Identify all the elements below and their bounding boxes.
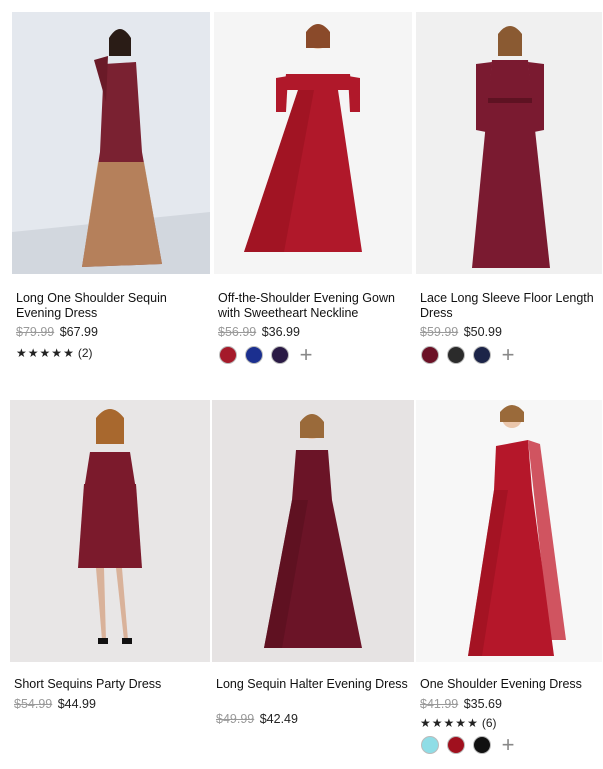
product-title[interactable]: Off-the-Shoulder Evening Gown with Sweet…	[218, 291, 410, 321]
original-price: $79.99	[16, 325, 55, 339]
sale-price: $44.99	[57, 697, 96, 711]
product-price: $56.99 $36.99	[218, 325, 300, 339]
color-swatch-red[interactable]	[447, 736, 465, 754]
color-swatch-burgundy[interactable]	[219, 346, 237, 364]
star-icon: ★	[420, 716, 431, 730]
product-price: $49.99 $42.49	[216, 712, 298, 726]
star-icon: ★	[39, 346, 51, 360]
product-title[interactable]: Long Sequin Halter Evening Dress	[216, 677, 408, 692]
product-price: $79.99 $67.99	[16, 325, 98, 339]
product-title[interactable]: Lace Long Sleeve Floor Length Dress	[420, 291, 603, 321]
sale-price: $42.49	[259, 712, 298, 726]
star-icon: ★	[27, 346, 39, 360]
color-swatch-light-blue[interactable]	[421, 736, 439, 754]
plus-icon[interactable]: +	[499, 344, 517, 366]
rating-stars: ★ ★ ★ ★ ★	[420, 717, 478, 729]
dress-photo	[214, 12, 412, 274]
sale-price: $50.99	[463, 325, 502, 339]
product-price: $54.99 $44.99	[14, 697, 96, 711]
dress-photo	[416, 400, 602, 662]
rating-stars: ★ ★ ★ ★ ★	[16, 347, 74, 359]
product-image[interactable]	[212, 400, 414, 662]
color-swatches: +	[219, 344, 315, 366]
product-rating[interactable]: ★ ★ ★ ★ ★ (2)	[16, 346, 93, 360]
color-swatch-dark-purple[interactable]	[271, 346, 289, 364]
color-swatch-burgundy[interactable]	[421, 346, 439, 364]
color-swatch-navy[interactable]	[473, 346, 491, 364]
product-title[interactable]: One Shoulder Evening Dress	[420, 677, 603, 692]
dress-photo	[12, 12, 210, 274]
review-count[interactable]: (2)	[78, 346, 93, 360]
original-price: $54.99	[14, 697, 53, 711]
original-price: $49.99	[216, 712, 255, 726]
sale-price: $36.99	[261, 325, 300, 339]
product-image[interactable]	[214, 12, 412, 274]
product-image[interactable]	[416, 12, 602, 274]
product-title[interactable]: Long One Shoulder Sequin Evening Dress	[16, 291, 208, 321]
product-image[interactable]	[416, 400, 602, 662]
sale-price: $35.69	[463, 697, 502, 711]
sale-price: $67.99	[59, 325, 98, 339]
product-image[interactable]	[10, 400, 210, 662]
dress-photo	[212, 400, 414, 662]
product-rating[interactable]: ★ ★ ★ ★ ★ (6)	[420, 716, 497, 730]
product-image[interactable]	[12, 12, 210, 274]
original-price: $56.99	[218, 325, 257, 339]
star-icon: ★	[455, 716, 467, 730]
star-icon: ★	[16, 346, 27, 360]
dress-photo	[416, 12, 602, 274]
color-swatch-black[interactable]	[447, 346, 465, 364]
dress-photo	[10, 400, 210, 662]
star-icon: ★	[51, 346, 63, 360]
color-swatches: +	[421, 734, 517, 756]
product-price: $41.99 $35.69	[420, 697, 502, 711]
review-count[interactable]: (6)	[482, 716, 497, 730]
color-swatch-royal-blue[interactable]	[245, 346, 263, 364]
color-swatches: +	[421, 344, 517, 366]
color-swatch-black[interactable]	[473, 736, 491, 754]
plus-icon[interactable]: +	[297, 344, 315, 366]
star-icon: ★	[443, 716, 455, 730]
product-price: $59.99 $50.99	[420, 325, 502, 339]
star-icon: ★	[467, 716, 478, 730]
star-icon: ★	[431, 716, 443, 730]
product-title[interactable]: Short Sequins Party Dress	[14, 677, 206, 692]
star-icon: ★	[63, 346, 74, 360]
original-price: $59.99	[420, 325, 459, 339]
original-price: $41.99	[420, 697, 459, 711]
plus-icon[interactable]: +	[499, 734, 517, 756]
